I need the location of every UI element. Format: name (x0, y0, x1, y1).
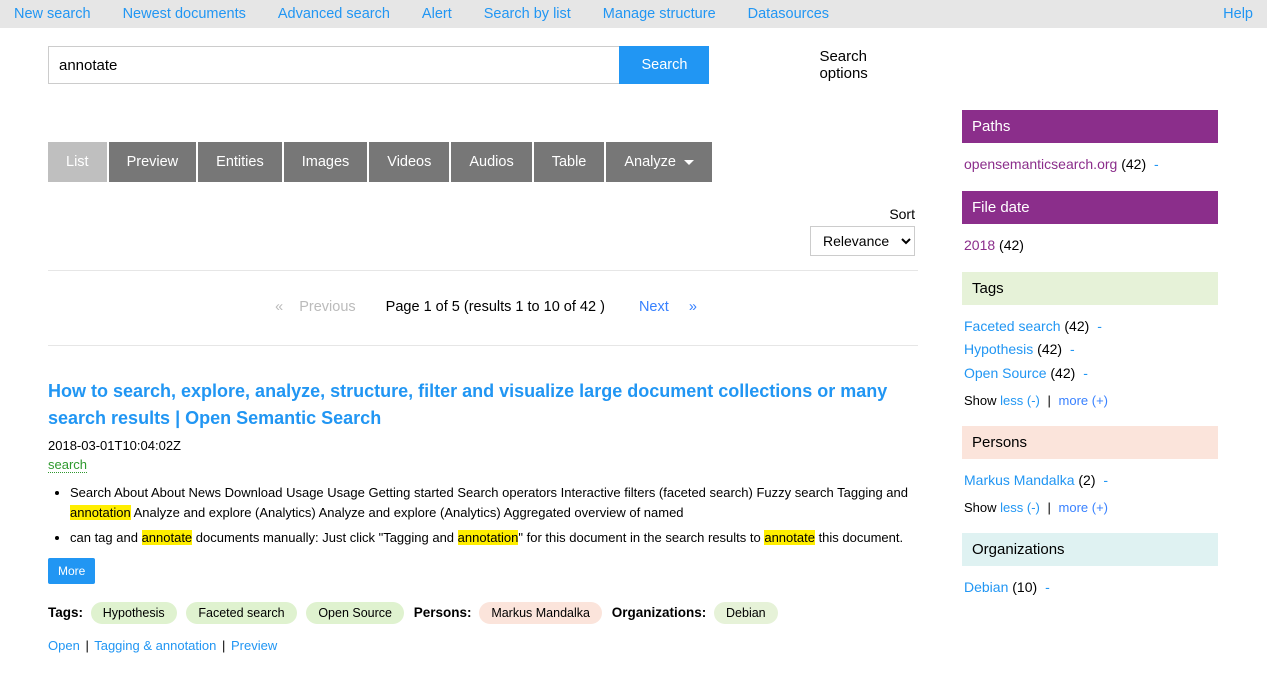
pager-next-sym[interactable]: » (689, 299, 697, 315)
sort-label: Sort (48, 206, 915, 222)
result-snippet: can tag and annotate documents manually:… (70, 528, 918, 548)
result-title-link[interactable]: How to search, explore, analyze, structu… (48, 381, 887, 428)
facet-more[interactable]: more (+) (1059, 500, 1108, 515)
tab-table[interactable]: Table (534, 142, 605, 182)
nav-search-by-list[interactable]: Search by list (484, 6, 571, 22)
highlight: annotation (458, 530, 519, 545)
facet-remove[interactable]: - (1103, 472, 1108, 488)
facet-header-organizations: Organizations (962, 533, 1218, 566)
sidebar-facets: Paths opensemanticsearch.org (42) - File… (962, 46, 1218, 653)
nav-alert[interactable]: Alert (422, 6, 452, 22)
facet-remove[interactable]: - (1045, 579, 1050, 595)
tags-label: Tags: (48, 605, 83, 620)
facet-item-tag[interactable]: Open Source (964, 365, 1047, 381)
facet-header-persons: Persons (962, 426, 1218, 459)
tab-analyze[interactable]: Analyze (606, 142, 712, 182)
highlight: annotation (70, 505, 131, 520)
main-content: Search Search options List Preview Entit… (48, 46, 918, 653)
search-input[interactable] (48, 46, 619, 84)
facet-item-org[interactable]: Debian (964, 579, 1008, 595)
tab-entities[interactable]: Entities (198, 142, 282, 182)
sort-select[interactable]: Relevance (810, 226, 915, 256)
nav-datasources[interactable]: Datasources (748, 6, 829, 22)
tag-pill[interactable]: Open Source (306, 602, 404, 624)
result-date: 2018-03-01T10:04:02Z (48, 438, 918, 453)
highlight: annotate (764, 530, 815, 545)
facet-less[interactable]: less (-) (1000, 500, 1040, 515)
show-label: Show (964, 393, 997, 408)
tab-videos[interactable]: Videos (369, 142, 449, 182)
persons-label: Persons: (414, 605, 472, 620)
facet-item-tag[interactable]: Faceted search (964, 318, 1061, 334)
pager-prev-sym: « (275, 299, 283, 315)
chevron-down-icon (684, 160, 694, 165)
result-snippet: Search About About News Download Usage U… (70, 483, 918, 522)
pagination: « Previous Page 1 of 5 (results 1 to 10 … (48, 271, 918, 325)
facet-remove[interactable]: - (1083, 365, 1088, 381)
action-preview[interactable]: Preview (231, 638, 277, 653)
show-label: Show (964, 500, 997, 515)
facet-header-tags: Tags (962, 272, 1218, 305)
top-nav: New search Newest documents Advanced sea… (0, 0, 1267, 28)
tab-preview[interactable]: Preview (109, 142, 197, 182)
nav-manage-structure[interactable]: Manage structure (603, 6, 716, 22)
nav-new-search[interactable]: New search (14, 6, 91, 22)
highlight: annotate (142, 530, 193, 545)
facet-item-person[interactable]: Markus Mandalka (964, 472, 1075, 488)
search-options-label: Search options (819, 48, 918, 82)
facet-item-tag[interactable]: Hypothesis (964, 341, 1033, 357)
facet-less[interactable]: less (-) (1000, 393, 1040, 408)
facet-header-filedate: File date (962, 191, 1218, 224)
nav-help[interactable]: Help (1223, 6, 1253, 22)
pager-previous: Previous (299, 299, 355, 315)
nav-advanced-search[interactable]: Advanced search (278, 6, 390, 22)
tab-list[interactable]: List (48, 142, 107, 182)
result-url[interactable]: search (48, 457, 87, 473)
facet-item-path[interactable]: opensemanticsearch.org (964, 156, 1117, 172)
organizations-label: Organizations: (612, 605, 707, 620)
facet-remove[interactable]: - (1097, 318, 1102, 334)
search-button[interactable]: Search (619, 46, 709, 84)
facet-header-paths: Paths (962, 110, 1218, 143)
facet-item-year[interactable]: 2018 (964, 237, 995, 253)
search-result: How to search, explore, analyze, structu… (48, 378, 918, 653)
nav-newest-documents[interactable]: Newest documents (123, 6, 246, 22)
more-button[interactable]: More (48, 558, 95, 584)
pager-next[interactable]: Next (639, 299, 669, 315)
tag-pill[interactable]: Hypothesis (91, 602, 177, 624)
org-pill[interactable]: Debian (714, 602, 778, 624)
pager-info: Page 1 of 5 (results 1 to 10 of 42 ) (386, 299, 605, 315)
view-tabs: List Preview Entities Images Videos Audi… (48, 142, 918, 182)
facet-more[interactable]: more (+) (1059, 393, 1108, 408)
facet-remove[interactable]: - (1154, 156, 1159, 172)
facet-remove[interactable]: - (1070, 341, 1075, 357)
tag-pill[interactable]: Faceted search (186, 602, 296, 624)
person-pill[interactable]: Markus Mandalka (479, 602, 602, 624)
action-tagging[interactable]: Tagging & annotation (94, 638, 216, 653)
tab-audios[interactable]: Audios (451, 142, 531, 182)
action-open[interactable]: Open (48, 638, 80, 653)
tab-images[interactable]: Images (284, 142, 368, 182)
